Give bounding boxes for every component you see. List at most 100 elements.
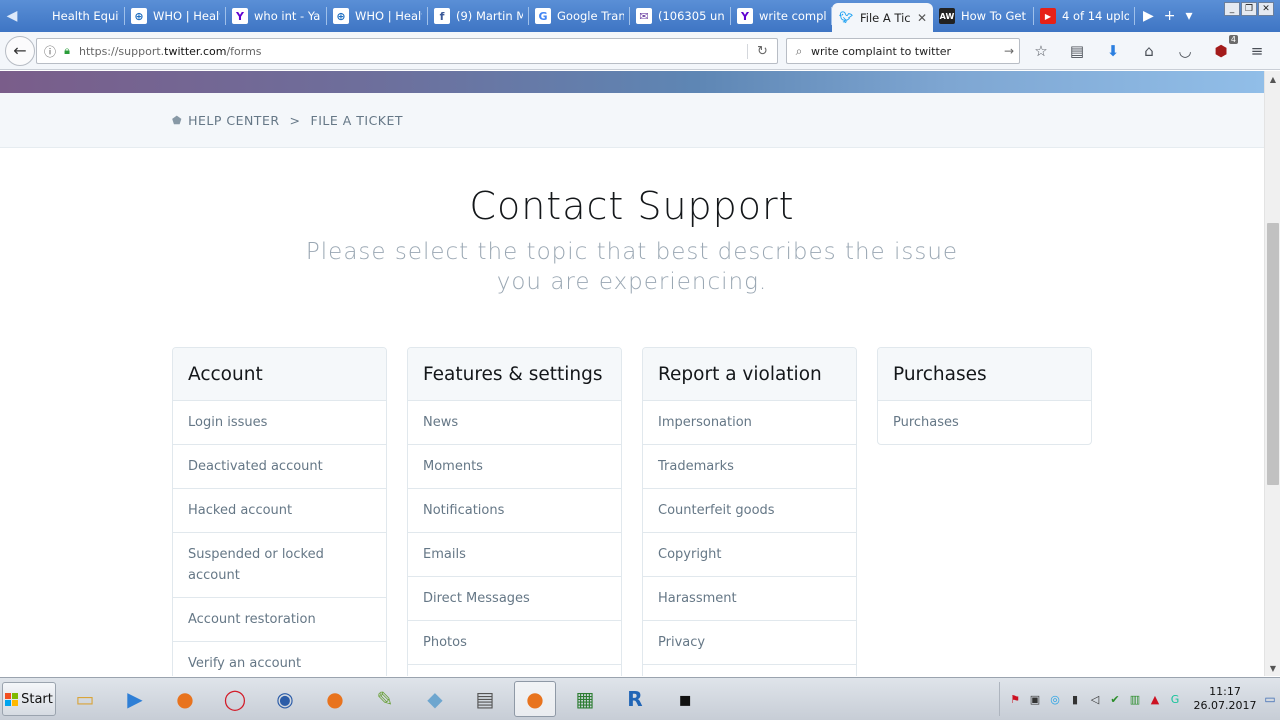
topic-link[interactable]: Login issues [173,401,386,445]
notepad-plus-icon[interactable]: ✎ [364,681,406,717]
scroll-down-icon[interactable]: ▼ [1265,660,1280,676]
search-bar[interactable]: ⌕ write complaint to twitter → [786,38,1020,64]
topic-link[interactable]: Moments [408,445,621,489]
tab-scroll-right-icon[interactable]: ▶ [1143,8,1154,24]
info-icon[interactable]: ⓘ [41,43,59,60]
clock-date: 26.07.2017 [1193,699,1257,712]
tab-5[interactable]: G Google Tran [529,0,630,32]
tray-volume-icon[interactable]: ◁ [1088,692,1102,706]
search-go-icon[interactable]: → [999,44,1019,58]
command-prompt-icon[interactable]: ▪ [664,681,706,717]
topic-link[interactable]: Suspended or locked account [173,533,386,598]
tray-network-icon[interactable]: ▮ [1068,692,1082,706]
navigation-toolbar: ← ⓘ 🔒︎ https://support.twitter.com/forms… [0,32,1280,70]
topic-link[interactable]: Trademarks [643,445,856,489]
topic-card-heading: Features & settings [408,348,621,401]
url-text[interactable]: https://support.twitter.com/forms [79,45,747,58]
topic-link[interactable]: Direct Messages [408,577,621,621]
minimize-icon[interactable]: _ [1224,2,1240,16]
tray-sync-icon[interactable]: ◎ [1048,692,1062,706]
tab-label: 4 of 14 uplo [1062,9,1129,23]
scrollbar-thumb[interactable] [1267,223,1279,485]
topic-link[interactable]: Emails [408,533,621,577]
tray-graph-icon[interactable]: ▲ [1148,692,1162,706]
scroll-up-icon[interactable]: ▲ [1265,71,1280,87]
google-translate-icon: G [535,8,551,24]
new-tab-icon[interactable]: + [1164,8,1176,24]
bookmark-star-icon[interactable]: ☆ [1030,40,1052,62]
topic-link[interactable]: Harassment [643,577,856,621]
close-window-icon[interactable]: ✕ [1258,2,1274,16]
firefox-active-icon[interactable]: ● [514,681,556,717]
vertical-scrollbar[interactable]: ▲ ▼ [1264,71,1280,676]
search-input[interactable]: write complaint to twitter [811,45,999,58]
aw-icon: AW [939,8,955,24]
lock-icon[interactable]: 🔒︎ [59,44,75,58]
back-button[interactable]: ← [5,35,35,66]
reader-list-icon[interactable]: ▤ [1066,40,1088,62]
topic-link[interactable]: Purchases [878,401,1091,444]
media-player-icon[interactable]: ▶ [114,681,156,717]
breadcrumb-help-center[interactable]: HELP CENTER [188,113,279,128]
tab-3[interactable]: ⊕ WHO | Healt [327,0,428,32]
tab-0[interactable]: Health Equity As [24,0,125,32]
tray-monitor-icon[interactable]: ▥ [1128,692,1142,706]
tray-security-icon[interactable]: ✔ [1108,692,1122,706]
topic-link[interactable]: Photos [408,621,621,665]
clock-time: 11:17 [1209,685,1241,698]
download-icon[interactable]: ⬇ [1102,40,1124,62]
tray-grammarly-icon[interactable]: G [1168,692,1182,706]
thunderbird-icon[interactable]: ◉ [264,681,306,717]
tab-2[interactable]: Ywho int - Yal [226,0,327,32]
topic-link[interactable]: Deactivated account [173,445,386,489]
topic-link[interactable]: Videos [408,665,621,676]
topic-link[interactable]: Hacked account [173,489,386,533]
firefox-icon[interactable]: ● [164,681,206,717]
show-desktop-icon[interactable]: ▭ [1260,678,1280,720]
topic-link[interactable]: Notifications [408,489,621,533]
topic-link[interactable]: Copyright [643,533,856,577]
topic-link[interactable]: Private Information [643,665,856,676]
r-language-icon[interactable]: R [614,681,656,717]
reload-icon[interactable]: ↻ [747,43,777,59]
topic-card-heading: Purchases [878,348,1091,401]
topic-link[interactable]: News [408,401,621,445]
home-icon[interactable]: ⌂ [1138,40,1160,62]
tab-scroll-left-icon[interactable]: ◀ [0,0,24,32]
firefox-icon-2[interactable]: ● [314,681,356,717]
tray-clipboard-icon[interactable]: ▣ [1028,692,1042,706]
tab-8[interactable]: 🐦︎ File A Tic ✕ [832,3,933,32]
file-explorer-icon[interactable]: ▭ [64,681,106,717]
tab-6[interactable]: ✉ (106305 unr [630,0,731,32]
document-viewer-icon[interactable]: ▤ [464,681,506,717]
tab-10[interactable]: ▶ 4 of 14 uplo [1034,0,1135,32]
restore-icon[interactable]: ❐ [1241,2,1257,16]
no-favicon [30,8,46,24]
menu-icon[interactable]: ≡ [1246,40,1268,62]
tab-7[interactable]: Ywrite compla [731,0,832,32]
ublock-icon[interactable]: ⬢ 4 [1210,35,1238,62]
tab-list: Health Equity As ⊕ WHO | Healt Ywho int - Y… [24,0,1135,32]
topic-link[interactable]: Verify an account [173,642,386,676]
topic-link[interactable]: Privacy [643,621,856,665]
list-all-tabs-icon[interactable]: ▾ [1186,8,1193,24]
opera-icon[interactable]: ◯ [214,681,256,717]
tab-label: WHO | Healt [355,9,422,23]
url-bar[interactable]: ⓘ 🔒︎ https://support.twitter.com/forms ↻ [36,38,778,64]
breadcrumb-file-a-ticket[interactable]: FILE A TICKET [311,113,404,128]
topic-card-heading: Report a violation [643,348,856,401]
topic-link[interactable]: Counterfeit goods [643,489,856,533]
tab-1[interactable]: ⊕ WHO | Healt [125,0,226,32]
search-icon: ⌕ [795,43,803,58]
start-button[interactable]: Start [2,682,56,716]
tab-9[interactable]: AW How To Get [933,0,1034,32]
tray-flag-icon[interactable]: ⚑ [1008,692,1022,706]
topic-link[interactable]: Account restoration [173,598,386,642]
system-clock[interactable]: 11:17 26.07.2017 [1190,685,1260,713]
task-manager-icon[interactable]: ▦ [564,681,606,717]
eraser-app-icon[interactable]: ◆ [414,681,456,717]
tab-4[interactable]: f (9) Martin M [428,0,529,32]
topic-link[interactable]: Impersonation [643,401,856,445]
pocket-icon[interactable]: ◡ [1174,40,1196,62]
tab-close-icon[interactable]: ✕ [917,11,927,25]
